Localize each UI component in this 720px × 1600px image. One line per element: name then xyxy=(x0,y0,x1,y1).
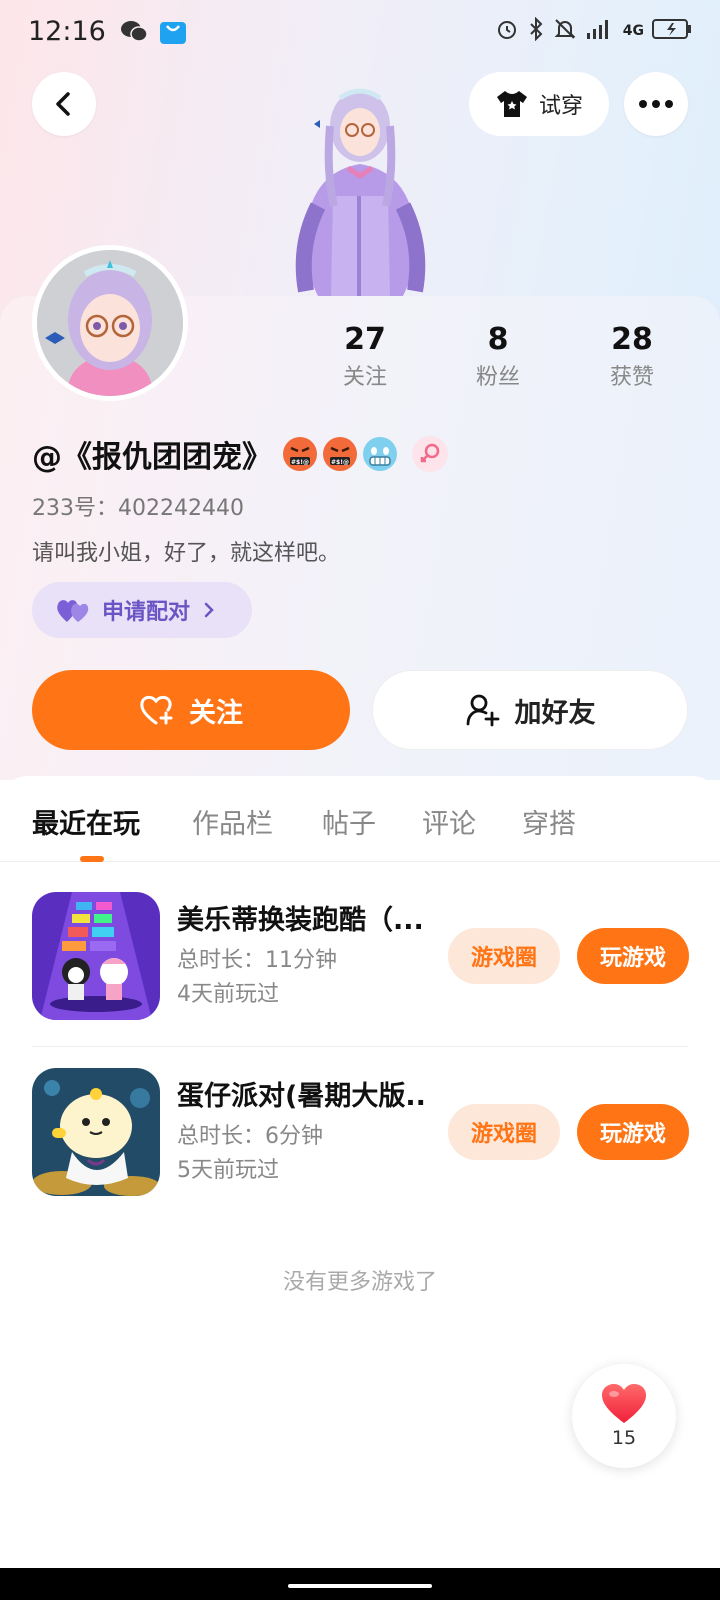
play-game-button[interactable]: 玩游戏 xyxy=(577,928,689,984)
battery-icon xyxy=(652,18,692,45)
tshirt-icon xyxy=(496,91,527,117)
profile-nickname: @《报仇团团宠》 xyxy=(32,440,272,475)
apply-pair-button[interactable]: 申请配对 xyxy=(32,582,252,638)
more-dots-icon xyxy=(639,100,673,108)
game-icon-eggy-party xyxy=(32,1068,160,1196)
back-button[interactable] xyxy=(32,72,96,136)
game-duration: 总时长：11分钟 xyxy=(177,948,337,973)
stat-following-value: 27 xyxy=(344,322,386,357)
profile-nickname-row: @《报仇团团宠》 #$!@ #$!@ xyxy=(32,432,448,476)
stat-likes-value: 28 xyxy=(611,322,653,357)
like-button[interactable]: 15 xyxy=(572,1364,676,1468)
game-last-played: 4天前玩过 xyxy=(177,982,279,1007)
stat-fans-value: 8 xyxy=(487,322,509,357)
game-list-item[interactable]: 美乐蒂换装跑酷（... 总时长：11分钟 4天前玩过 游戏圈 玩游戏 xyxy=(0,862,720,1038)
back-arrow-icon xyxy=(56,92,70,116)
alarm-icon xyxy=(495,17,519,46)
profile-uid: 233号：402242440 xyxy=(32,496,244,521)
tab-comments[interactable]: 评论 xyxy=(422,802,476,841)
home-indicator[interactable] xyxy=(288,1584,432,1588)
apply-pair-label: 申请配对 xyxy=(102,600,191,625)
heart-icon xyxy=(602,1384,646,1423)
stat-likes-label: 获赞 xyxy=(609,365,654,390)
follow-button[interactable]: 关注 xyxy=(32,670,350,750)
svg-text:#$!@: #$!@ xyxy=(291,459,309,466)
wechat-icon xyxy=(120,19,148,43)
shopping-bag-icon xyxy=(158,16,188,46)
tab-posts[interactable]: 帖子 xyxy=(322,802,376,841)
add-user-icon xyxy=(466,694,499,727)
no-more-games-text: 没有更多游戏了 xyxy=(282,1270,437,1295)
network-type-label: 4G xyxy=(622,23,644,39)
stat-fans-label: 粉丝 xyxy=(475,365,520,390)
play-game-button[interactable]: 玩游戏 xyxy=(577,1104,689,1160)
profile-bio: 请叫我小姐，好了，就这样吧。 xyxy=(32,541,341,566)
stat-following-label: 关注 xyxy=(342,365,387,390)
more-options-button[interactable] xyxy=(624,72,688,136)
heart-plus-icon xyxy=(140,695,173,725)
signal-icon xyxy=(585,17,615,46)
game-duration: 总时长：6分钟 xyxy=(177,1124,323,1149)
avatar-3d-figure[interactable] xyxy=(278,76,443,298)
status-time: 12:16 xyxy=(28,15,106,47)
chevron-right-icon xyxy=(204,602,214,618)
follow-label: 关注 xyxy=(189,697,243,729)
profile-tabs: 最近在玩 作品栏 帖子 评论 穿搭 xyxy=(0,776,720,862)
profile-avatar[interactable] xyxy=(32,245,188,401)
game-title: 蛋仔派对(暑期大版... xyxy=(177,1081,427,1112)
status-bar: 12:16 4G xyxy=(0,0,720,62)
cold-face-icon xyxy=(362,436,398,472)
game-circle-button[interactable]: 游戏圈 xyxy=(448,928,560,984)
game-list-item[interactable]: 蛋仔派对(暑期大版... 总时长：6分钟 5天前玩过 游戏圈 玩游戏 xyxy=(0,1038,720,1214)
game-circle-button[interactable]: 游戏圈 xyxy=(448,1104,560,1160)
female-gender-icon xyxy=(412,436,448,472)
try-on-label: 试穿 xyxy=(538,94,583,119)
game-icon-melody-parkour xyxy=(32,892,160,1020)
game-title: 美乐蒂换装跑酷（... xyxy=(177,905,424,936)
like-count: 15 xyxy=(611,1427,637,1449)
svg-text:#$!@: #$!@ xyxy=(331,459,349,466)
stat-likes[interactable]: 28 获赞 xyxy=(582,320,682,396)
mute-bell-icon xyxy=(553,17,577,46)
game-last-played: 5天前玩过 xyxy=(177,1158,279,1183)
add-friend-label: 加好友 xyxy=(514,697,596,729)
stat-following[interactable]: 27 关注 xyxy=(315,320,415,396)
tab-recently-played[interactable]: 最近在玩 xyxy=(32,802,140,841)
angry-face-icon: #$!@ xyxy=(322,436,358,472)
tab-outfits[interactable]: 穿搭 xyxy=(522,802,576,841)
tab-works[interactable]: 作品栏 xyxy=(192,802,273,841)
double-heart-icon xyxy=(57,600,89,622)
bluetooth-icon xyxy=(527,16,545,46)
add-friend-button[interactable]: 加好友 xyxy=(372,670,688,750)
stat-fans[interactable]: 8 粉丝 xyxy=(448,320,548,396)
angry-face-icon: #$!@ xyxy=(282,436,318,472)
try-on-button[interactable]: 试穿 xyxy=(469,72,609,136)
